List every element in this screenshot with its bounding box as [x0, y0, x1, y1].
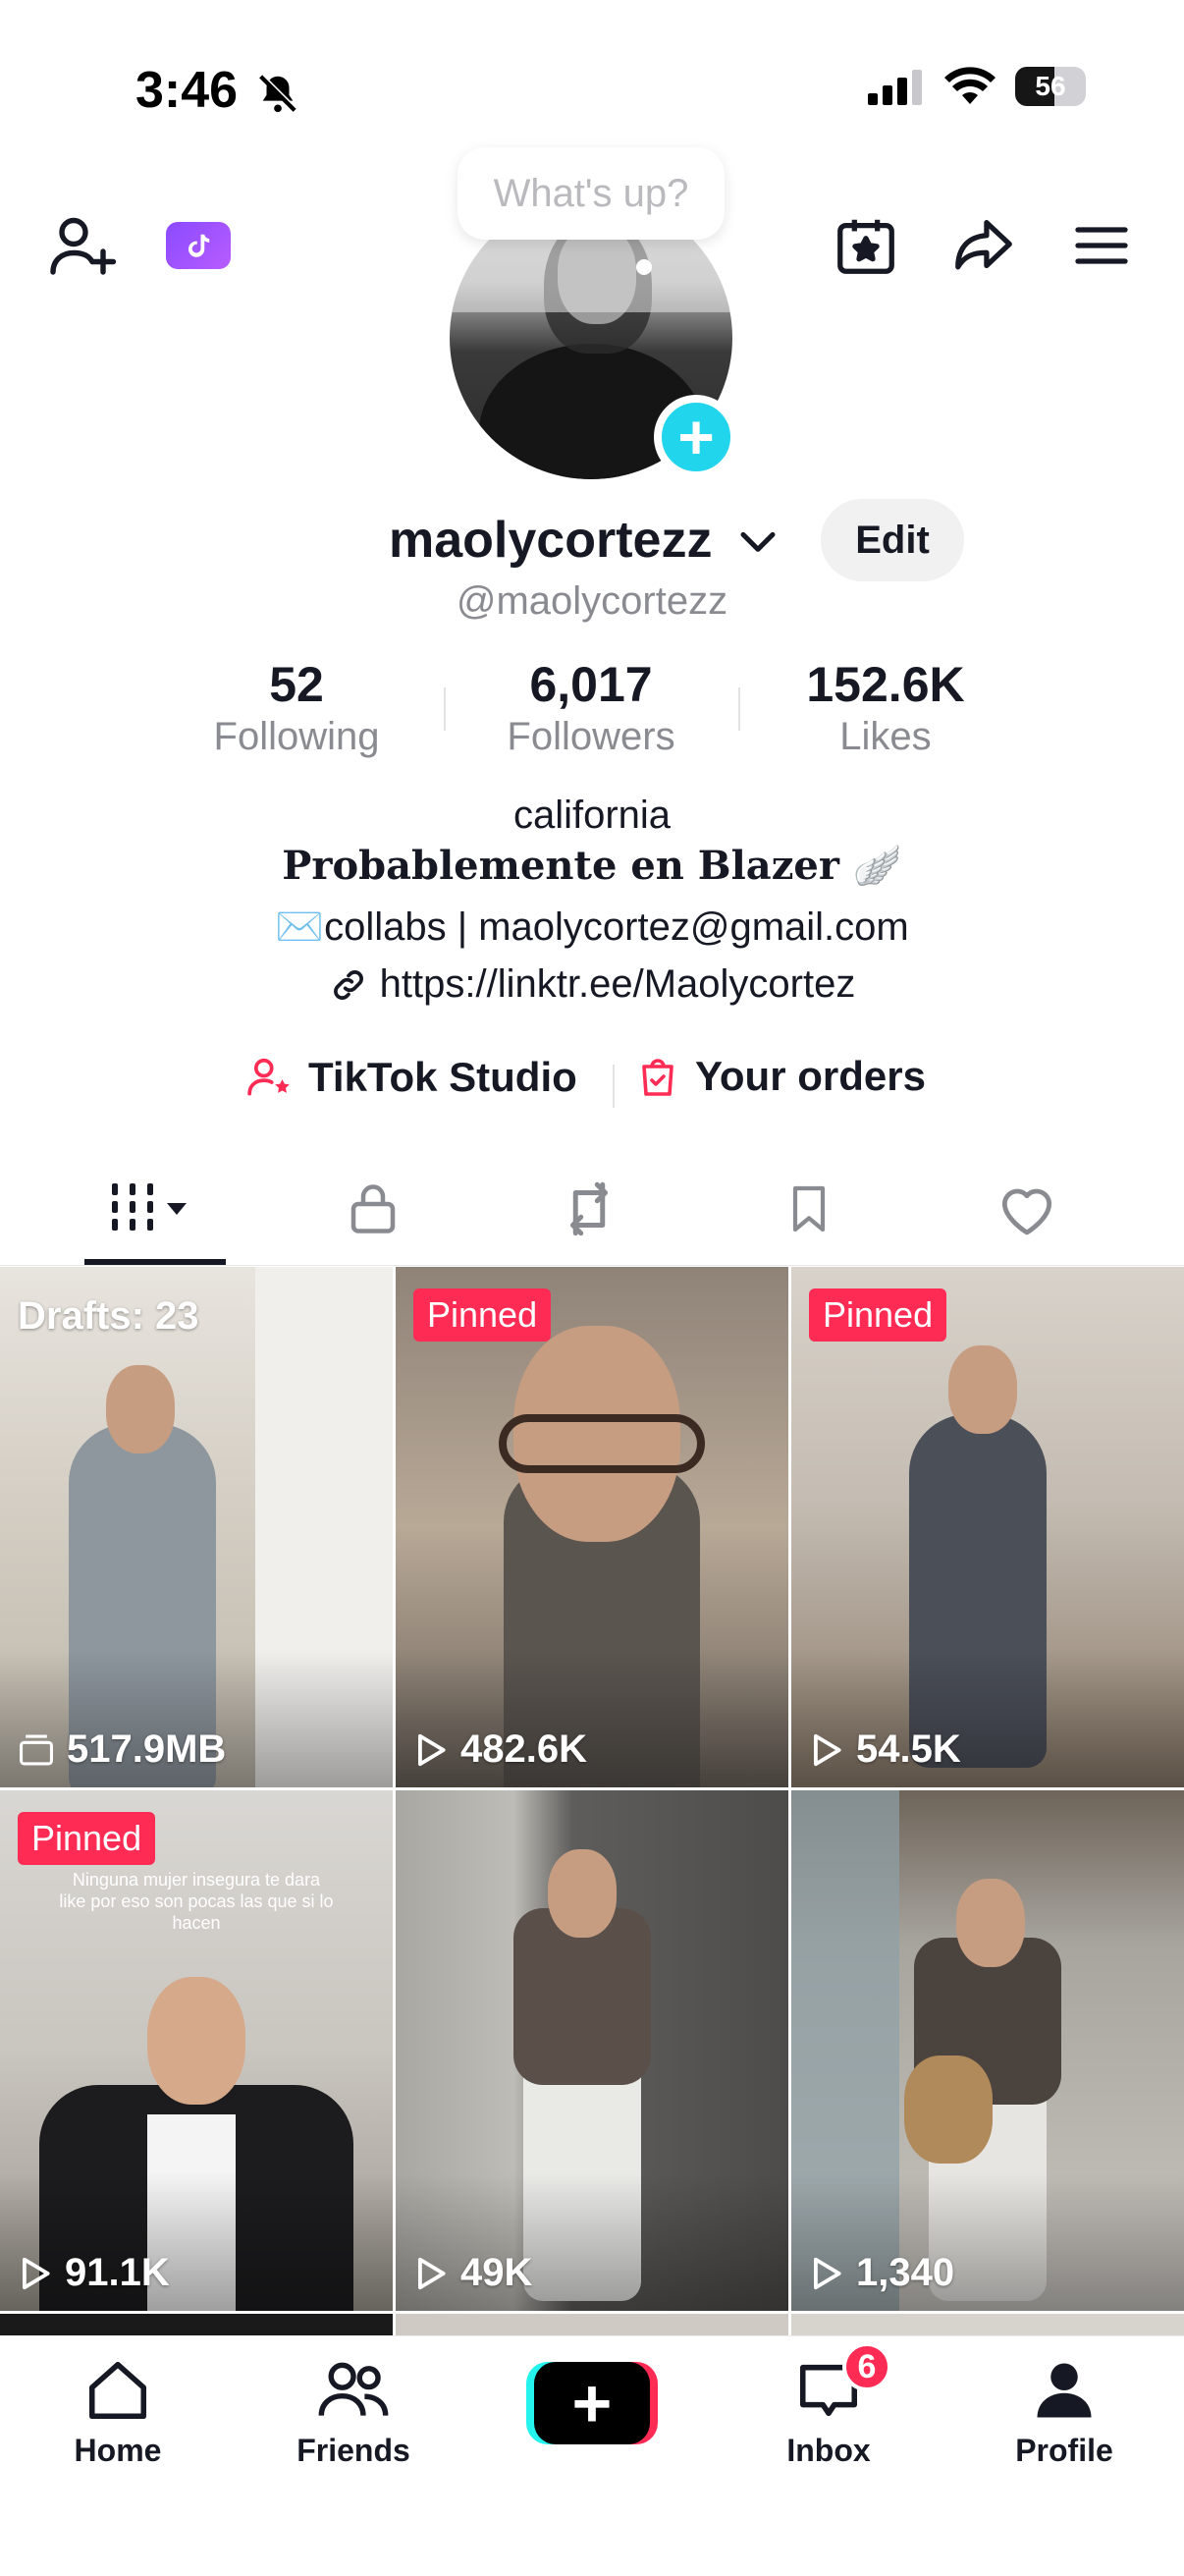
video-tile-peek: [396, 2314, 788, 2335]
pinned-badge: Pinned: [809, 1288, 947, 1342]
bio-tagline: 𝐏𝐫𝐨𝐛𝐚𝐛𝐥𝐞𝐦𝐞𝐧𝐭𝐞 𝐞𝐧 𝐁𝐥𝐚𝐳𝐞𝐫 🪽: [282, 843, 902, 889]
nav-home-label: Home: [74, 2433, 162, 2468]
tab-reposts[interactable]: [540, 1175, 638, 1243]
play-icon: [814, 2257, 841, 2289]
bio-link[interactable]: https://linktr.ee/Maolycortez: [0, 962, 1184, 1007]
nav-inbox-label: Inbox: [786, 2433, 871, 2468]
view-count-label: 91.1K: [65, 2251, 170, 2294]
video-tile[interactable]: 49K: [396, 1790, 788, 2311]
your-orders-button[interactable]: Your orders: [634, 1053, 926, 1100]
tabs-divider: [0, 1265, 1184, 1266]
play-icon: [418, 2257, 446, 2289]
tool-divider: [613, 1065, 615, 1108]
heart-icon: [1001, 1188, 1052, 1235]
view-count: 1,340: [809, 2251, 954, 2295]
pinned-badge: Pinned: [18, 1812, 156, 1865]
view-count-label: 1,340: [856, 2251, 955, 2294]
nav-inbox[interactable]: Inbox: [730, 2356, 927, 2469]
username[interactable]: maolycortezz: [389, 511, 712, 570]
video-tile[interactable]: Pinned 482.6K: [396, 1267, 788, 1787]
tiktok-studio-button[interactable]: TikTok Studio: [245, 1053, 577, 1102]
bubble-tail: [636, 259, 652, 275]
create-button[interactable]: +: [526, 2362, 658, 2444]
play-icon: [418, 1733, 446, 1766]
drafts-count: Drafts: 23: [18, 1294, 199, 1338]
video-tile[interactable]: Ninguna mujer insegura te dara like por …: [0, 1790, 393, 2311]
video-tile-peek: [0, 2314, 393, 2335]
videos-icon: [112, 1183, 187, 1231]
shopping-bag-icon: [642, 1059, 673, 1096]
tab-liked[interactable]: [978, 1175, 1076, 1243]
likes-label[interactable]: Likes: [738, 715, 1033, 759]
lock-icon: [350, 1184, 396, 1233]
view-count-label: 54.5K: [856, 1727, 961, 1771]
bottom-nav: Home Friends + Inbox 6 Profile: [0, 2335, 1184, 2576]
bio-location: california: [512, 794, 672, 837]
followers-count[interactable]: 6,017: [444, 656, 738, 713]
share-icon[interactable]: [944, 206, 1023, 285]
tiktok-music-icon[interactable]: [159, 206, 238, 285]
nav-friends-label: Friends: [296, 2433, 410, 2468]
profile-icon: [1037, 2363, 1092, 2418]
status-bubble[interactable]: What's up?: [457, 147, 725, 240]
view-count-label: 482.6K: [460, 1727, 587, 1771]
view-count: 49K: [413, 2251, 532, 2295]
tiktok-studio-label: TikTok Studio: [308, 1054, 577, 1100]
add-friend-icon[interactable]: [43, 206, 122, 285]
menu-icon[interactable]: [1062, 206, 1141, 285]
edit-profile-button[interactable]: Edit: [821, 499, 964, 581]
nav-profile[interactable]: Profile: [966, 2356, 1162, 2469]
plus-icon: +: [534, 2362, 650, 2444]
likes-count[interactable]: 152.6K: [738, 656, 1033, 713]
bookmark-icon: [792, 1185, 826, 1233]
play-icon: [23, 2257, 50, 2289]
home-icon: [88, 2361, 147, 2420]
add-story-icon[interactable]: +: [654, 395, 738, 479]
play-icon: [814, 1733, 841, 1766]
inbox-badge: 6: [842, 2342, 891, 2391]
followers-label[interactable]: Followers: [444, 715, 738, 759]
battery-icon: 56: [1015, 67, 1086, 106]
tab-private[interactable]: [324, 1175, 422, 1243]
signal-icon: [868, 70, 922, 105]
draft-size-label: 517.9MB: [67, 1727, 227, 1771]
video-tile-peek: [791, 2314, 1184, 2335]
view-count: 91.1K: [18, 2251, 170, 2295]
video-tile[interactable]: Pinned 54.5K: [791, 1267, 1184, 1787]
tab-videos[interactable]: [106, 1175, 204, 1243]
drafts-icon: [20, 1734, 53, 1765]
friends-icon: [318, 2362, 389, 2416]
bell-muted-icon: [255, 71, 300, 121]
wifi-icon: [944, 67, 996, 104]
status-time: 3:46: [135, 62, 239, 119]
chevron-down-icon[interactable]: [738, 526, 778, 561]
nav-friends[interactable]: Friends: [255, 2356, 452, 2469]
view-count-label: 49K: [460, 2251, 533, 2294]
calendar-star-icon[interactable]: [827, 206, 905, 285]
repost-icon: [570, 1181, 608, 1236]
user-handle: @maolycortezz: [456, 579, 728, 623]
view-count: 54.5K: [809, 1727, 961, 1772]
video-caption-overlay: Ninguna mujer insegura te dara like por …: [59, 1870, 334, 1933]
bio-contact: ✉️collabs | maolycortez@gmail.com: [275, 905, 909, 949]
pinned-badge: Pinned: [413, 1288, 552, 1342]
following-label[interactable]: Following: [149, 715, 444, 759]
view-count: 482.6K: [413, 1727, 587, 1772]
nav-profile-label: Profile: [1015, 2433, 1113, 2468]
creator-icon: [247, 1058, 290, 1096]
draft-size: 517.9MB: [18, 1727, 226, 1772]
nav-home[interactable]: Home: [20, 2356, 216, 2469]
status-icons: 56: [868, 67, 1086, 106]
video-tile[interactable]: 1,340: [791, 1790, 1184, 2311]
video-tile-drafts[interactable]: Drafts: 23 517.9MB: [0, 1267, 393, 1787]
link-icon: [333, 969, 363, 1000]
bio-link-text[interactable]: https://linktr.ee/Maolycortez: [380, 962, 856, 1007]
tab-favorites[interactable]: [760, 1175, 858, 1243]
following-count[interactable]: 52: [149, 656, 444, 713]
your-orders-label: Your orders: [695, 1053, 926, 1099]
